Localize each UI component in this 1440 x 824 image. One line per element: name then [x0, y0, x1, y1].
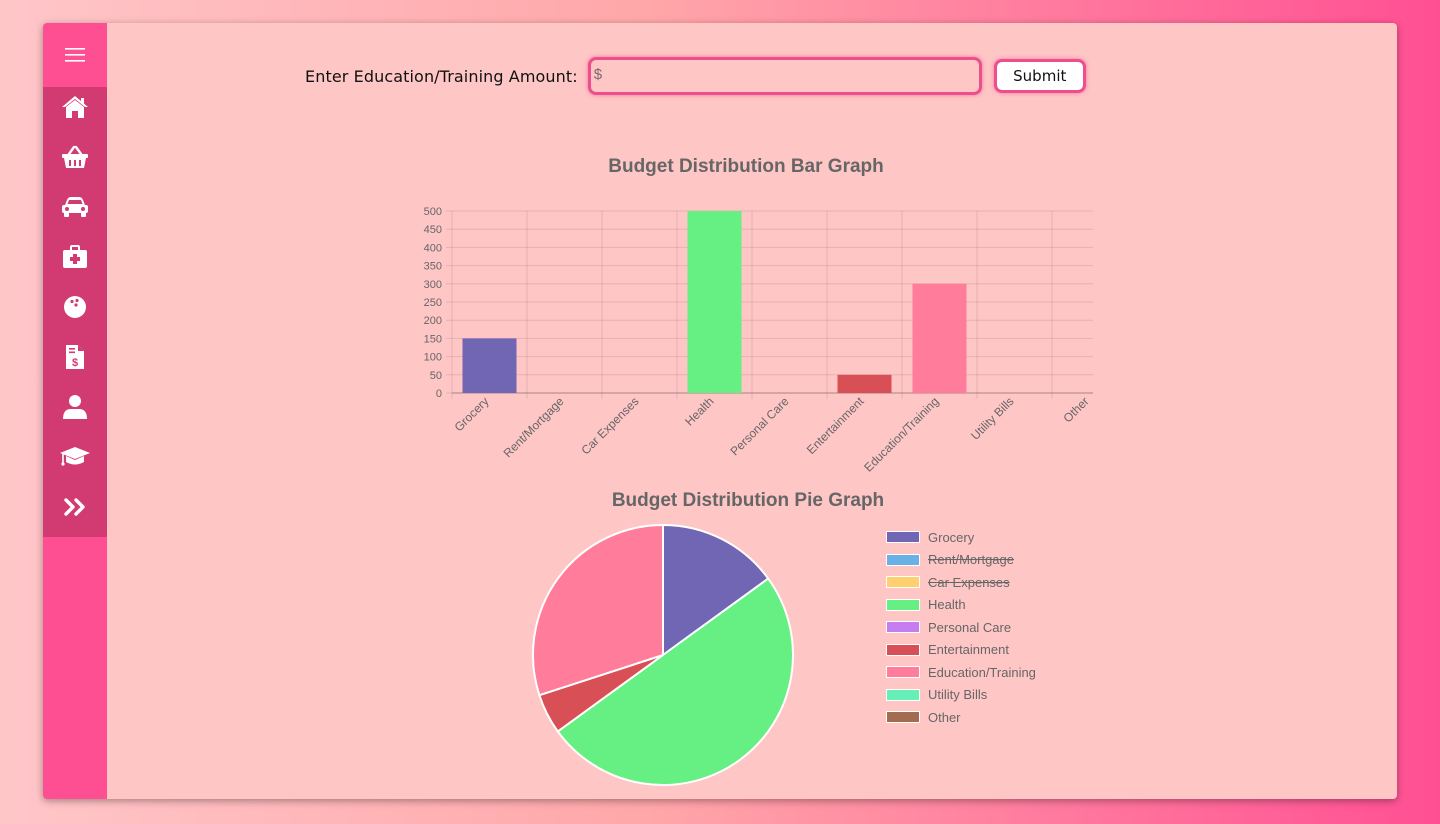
basket-icon: [62, 145, 88, 168]
graduation-cap-icon: [60, 447, 90, 466]
bar-chart: 0 50 100 150 200 250 300 350 400 450 500 Grocery Ren…: [424, 206, 1093, 475]
legend-label: Entertainment: [928, 642, 1009, 658]
legend-swatch: [886, 621, 920, 634]
home-icon: [62, 96, 88, 118]
sidebar-item-car[interactable]: [43, 187, 107, 227]
legend-item[interactable]: Personal Care: [886, 616, 1036, 639]
legend-swatch: [886, 531, 920, 544]
bar-health[interactable]: [687, 211, 742, 393]
x-tick-label: Education/Training: [861, 394, 941, 474]
sidebar-item-entertainment[interactable]: [43, 287, 107, 327]
pie-chart-title: Budget Distribution Pie Graph: [611, 490, 885, 511]
y-tick-label: 300: [424, 279, 442, 291]
sidebar-item-grocery[interactable]: [43, 137, 107, 177]
amount-input[interactable]: [606, 60, 971, 94]
legend-swatch: [886, 688, 920, 701]
sidebar: $: [43, 23, 107, 799]
legend-item[interactable]: Health: [886, 594, 1036, 617]
x-tick-label: Personal Care: [727, 394, 791, 458]
legend-item[interactable]: Education/Training: [886, 661, 1036, 684]
y-tick-label: 0: [436, 388, 442, 400]
legend-label: Utility Bills: [928, 687, 988, 703]
y-tick-label: 150: [424, 333, 442, 345]
legend-label: Health: [928, 597, 966, 613]
amount-form: Enter Education/Training Amount: $ Submi…: [305, 57, 1086, 95]
sidebar-nav: $: [43, 87, 107, 537]
x-tick-label: Car Expenses: [578, 394, 641, 457]
legend-swatch: [886, 598, 920, 611]
x-tick-label: Grocery: [452, 394, 492, 434]
y-tick-label: 450: [424, 224, 442, 236]
legend-label: Car Expenses: [928, 574, 1010, 590]
bar-grocery[interactable]: [462, 338, 517, 393]
legend-swatch: [886, 666, 920, 679]
legend-item[interactable]: Other: [886, 706, 1036, 729]
pie-chart: [532, 523, 794, 786]
legend-item[interactable]: Rent/Mortgage: [886, 549, 1036, 572]
x-tick-label: Rent/Mortgage: [501, 394, 567, 460]
y-tick-label: 250: [424, 297, 442, 309]
x-tick-label: Health: [682, 394, 716, 428]
legend-label: Personal Care: [928, 619, 1012, 635]
x-tick-label: Entertainment: [804, 394, 867, 457]
y-tick-label: 400: [424, 242, 442, 254]
legend-item[interactable]: Utility Bills: [886, 684, 1036, 707]
currency-symbol: $: [593, 66, 603, 83]
legend-item[interactable]: Grocery: [886, 526, 1036, 549]
legend-swatch: [886, 643, 920, 656]
svg-text:$: $: [72, 357, 78, 369]
y-tick-label: 50: [430, 370, 442, 382]
legend-label: Rent/Mortgage: [928, 552, 1014, 568]
invoice-dollar-icon: $: [66, 345, 84, 369]
legend-label: Grocery: [928, 529, 975, 545]
double-chevron-right-icon: [64, 498, 85, 516]
y-tick-label: 200: [424, 315, 442, 327]
bar-education-training[interactable]: [912, 283, 967, 393]
app-window: $ Enter Education/Training Amount: $ Sub…: [43, 23, 1397, 799]
sidebar-item-bills[interactable]: $: [43, 337, 107, 377]
sidebar-item-health[interactable]: [43, 237, 107, 277]
car-icon: [62, 197, 88, 217]
sidebar-item-education[interactable]: [43, 437, 107, 477]
pie-legend: Grocery Rent/Mortgage Car Expenses Health Pe…: [886, 526, 1036, 729]
sidebar-item-home[interactable]: [43, 87, 107, 127]
legend-swatch: [886, 711, 920, 724]
legend-swatch: [886, 553, 920, 566]
hamburger-icon[interactable]: [43, 23, 107, 87]
legend-item[interactable]: Entertainment: [886, 639, 1036, 662]
legend-item[interactable]: Car Expenses: [886, 571, 1036, 594]
bar-entertainment[interactable]: [837, 374, 892, 393]
legend-swatch: [886, 576, 920, 589]
legend-label: Education/Training: [928, 664, 1036, 680]
amount-label: Enter Education/Training Amount:: [305, 66, 578, 86]
y-tick-label: 100: [424, 352, 442, 364]
x-tick-label: Other: [1060, 394, 1091, 425]
x-tick-label: Utility Bills: [968, 394, 1017, 443]
sidebar-item-personal-care[interactable]: [43, 387, 107, 427]
bar-chart-title: Budget Distribution Bar Graph: [608, 156, 884, 177]
amount-field: $: [587, 57, 982, 95]
legend-label: Other: [928, 709, 961, 725]
y-tick-label: 500: [424, 206, 442, 218]
y-tick-label: 350: [424, 261, 442, 273]
bowling-ball-icon: [64, 296, 86, 318]
submit-button[interactable]: Submit: [993, 59, 1086, 93]
medkit-icon: [63, 245, 87, 268]
user-icon: [63, 395, 87, 419]
sidebar-item-other[interactable]: [43, 487, 107, 527]
